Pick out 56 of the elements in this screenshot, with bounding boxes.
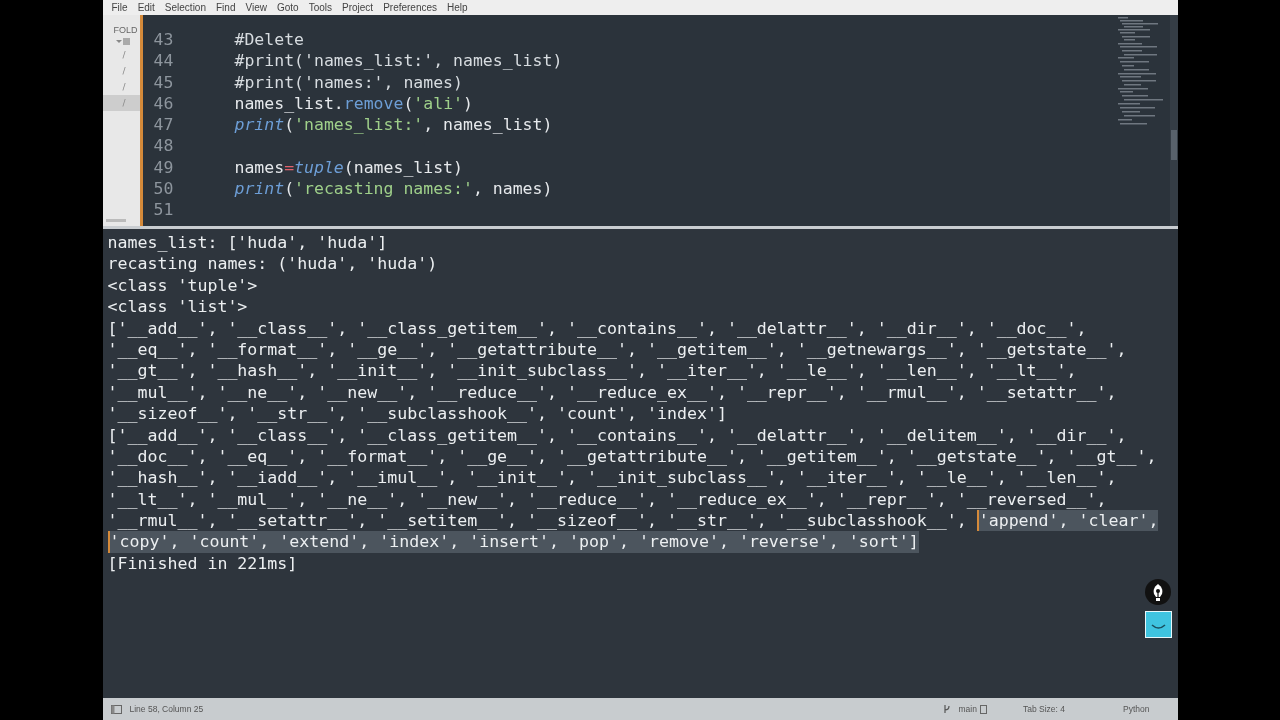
- line-number: 45: [152, 71, 175, 93]
- output-text: ['__add__', '__class__', '__class_getitem__', '__contains__', '__delattr__', '__delitem__', '__dir__',: [107, 424, 1127, 446]
- output-text: '__gt__', '__hash__', '__init__', '__init_subclass__', '__iter__', '__le__', '__len__', '__lt__',: [107, 360, 1077, 382]
- menu-item[interactable]: Preferences: [378, 2, 443, 13]
- line-number: 48: [152, 135, 175, 157]
- menu-item[interactable]: Goto: [271, 2, 304, 13]
- pen-nib-icon[interactable]: [1145, 578, 1171, 605]
- menu-item[interactable]: Help: [442, 2, 473, 13]
- scrollbar[interactable]: [105, 219, 126, 222]
- output-text: recasting names: ('huda', 'huda'): [107, 253, 438, 275]
- scrollbar-thumb[interactable]: [1170, 130, 1177, 160]
- line-number: 47: [152, 114, 175, 136]
- line-number: 43: [152, 29, 175, 51]
- output-text: '__mul__', '__ne__', '__new__', '__reduce__', '__reduce_ex__', '__repr__', '__rmul__', '__setattr__',: [107, 381, 1117, 404]
- branch-name[interactable]: main: [958, 704, 977, 714]
- code-line: names_list.remove('ali'): [234, 93, 473, 113]
- menu-item[interactable]: Project: [337, 2, 379, 13]
- code-line: #Delete: [234, 30, 305, 49]
- tab-size[interactable]: Tab Size: 4: [1022, 704, 1066, 714]
- menu-item[interactable]: Edit: [132, 2, 160, 13]
- output-text: <class 'list'>: [107, 296, 248, 318]
- line-number: 44: [152, 50, 175, 72]
- output-text: names_list: ['huda', 'huda']: [107, 232, 388, 254]
- branch-icon[interactable]: [942, 704, 951, 714]
- line-number: 49: [152, 156, 175, 179]
- cursor-position: Line 58, Column 25: [129, 704, 204, 714]
- code-line: print('names_list:', names_list): [234, 115, 553, 135]
- panel-icon[interactable]: [110, 704, 122, 714]
- file-icon: [979, 704, 987, 714]
- line-number: 51: [152, 199, 175, 221]
- output-text: '__lt__', '__mul__', '__ne__', '__new__', '__reduce__', '__reduce_ex__', '__repr__', '__reversed__',: [107, 488, 1107, 511]
- sidebar-header: FOLD: [112, 25, 139, 35]
- output-text: [Finished in 221ms]: [107, 552, 298, 575]
- menu-item[interactable]: Find: [211, 2, 241, 13]
- output-text: '__sizeof__', '__str__', '__subclasshook__', 'count', 'index']: [107, 403, 727, 425]
- menu-item[interactable]: File: [106, 2, 133, 13]
- folder-icon[interactable]: [115, 36, 130, 46]
- output-text: 'append', 'clear',: [976, 510, 1159, 532]
- output-text: '__eq__', '__format__', '__ge__', '__getattribute__', '__getitem__', '__getnewargs__', '__getstate__',: [107, 338, 1127, 361]
- code-line: names=tuple(names_list): [234, 157, 463, 177]
- code-line: #print('names:', names): [234, 72, 463, 92]
- code-line: print('recasting names:', names): [234, 179, 553, 199]
- syntax-name[interactable]: Python: [1123, 704, 1150, 714]
- line-number: 50: [152, 178, 175, 200]
- code-line: #print('names_list:', names_list): [234, 51, 563, 71]
- output-text: 'copy', 'count', 'extend', 'index', 'insert', 'pop', 'remove', 'reverse', 'sort']: [107, 531, 919, 553]
- output-text: <class 'tuple'>: [107, 274, 258, 297]
- menu-item[interactable]: Selection: [159, 2, 211, 13]
- output-text: ['__add__', '__class__', '__class_getitem__', '__contains__', '__delattr__', '__dir__', '__doc__',: [107, 317, 1087, 339]
- menu-item[interactable]: View: [240, 2, 272, 13]
- output-text: '__hash__', '__iadd__', '__imul__', '__init__', '__init_subclass__', '__iter__', '__le__', '__len__',: [107, 467, 1117, 489]
- menu-item[interactable]: Tools: [303, 2, 337, 13]
- output-text: '__rmul__', '__setattr__', '__setitem__', '__sizeof__', '__str__', '__subclasshook__',: [107, 510, 968, 532]
- smile-icon[interactable]: [1144, 611, 1172, 638]
- line-number: 46: [152, 92, 175, 115]
- output-text: '__doc__', '__eq__', '__format__', '__ge__', '__getattribute__', '__getitem__', '__getstate__', '__gt__',: [107, 445, 1157, 468]
